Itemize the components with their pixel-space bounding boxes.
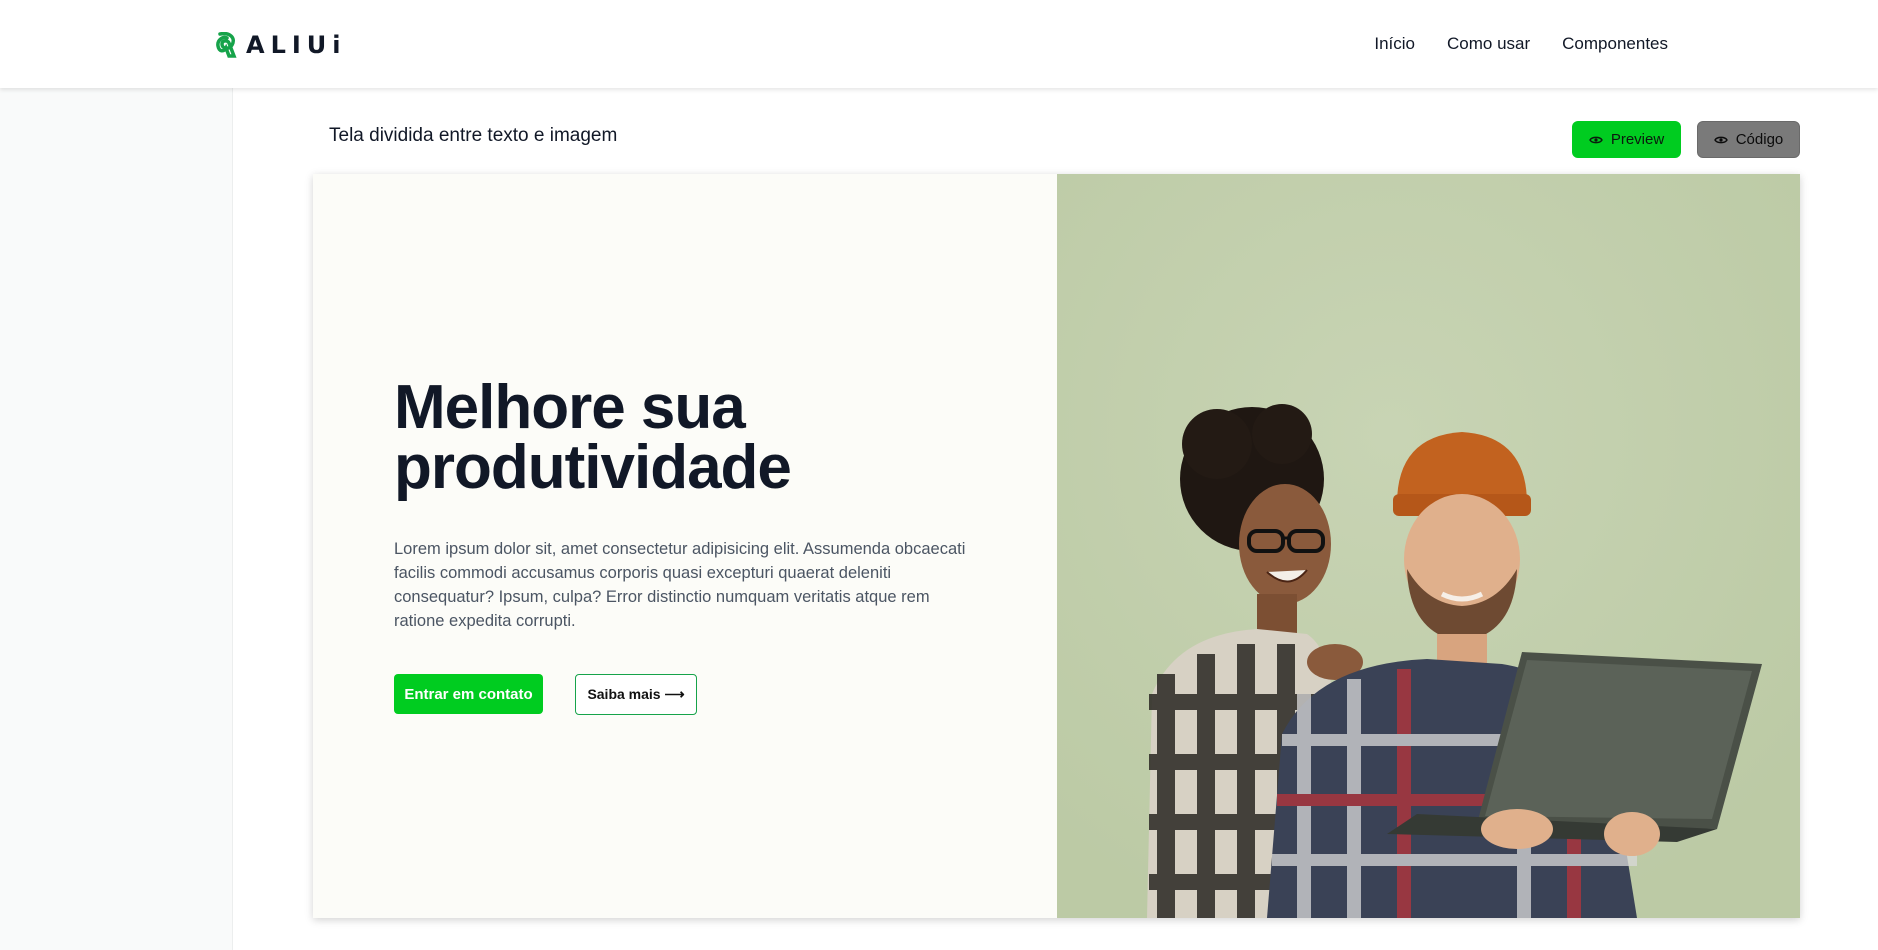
hero-text-panel: Melhore sua produtividade Lorem ipsum do… <box>313 174 1057 918</box>
nav-link-como-usar[interactable]: Como usar <box>1447 34 1530 54</box>
preview-button-label: Preview <box>1610 131 1665 148</box>
man-hand <box>1604 812 1660 856</box>
eye-icon <box>1589 136 1603 143</box>
code-button-label: Código <box>1735 131 1784 148</box>
preview-card: Melhore sua produtividade Lorem ipsum do… <box>313 174 1800 918</box>
main-nav: Início Como usar Componentes <box>1374 34 1668 54</box>
logo-text: ALIUi <box>246 31 347 59</box>
section-title: Tela dividida entre texto e imagem <box>329 125 618 146</box>
code-button[interactable]: Código <box>1697 121 1800 158</box>
sidebar <box>0 88 233 950</box>
learn-more-button[interactable]: Saiba mais ⟶ <box>575 674 697 715</box>
hero-description: Lorem ipsum dolor sit, amet consectetur … <box>394 540 966 630</box>
aliui-logo-icon <box>216 32 237 58</box>
hero-photo-illustration <box>1057 174 1800 918</box>
nav-link-inicio[interactable]: Início <box>1374 34 1415 54</box>
preview-button[interactable]: Preview <box>1572 121 1681 158</box>
eye-icon <box>1713 136 1728 143</box>
contact-button[interactable]: Entrar em contato <box>394 674 543 714</box>
hero-title: Melhore sua produtividade <box>394 373 792 502</box>
nav-link-componentes[interactable]: Componentes <box>1562 34 1668 54</box>
man-hand <box>1481 809 1553 849</box>
hero-image <box>1057 174 1800 918</box>
top-navbar: ALIUi Início Como usar Componentes <box>0 0 1878 88</box>
logo[interactable]: ALIUi <box>216 30 347 60</box>
